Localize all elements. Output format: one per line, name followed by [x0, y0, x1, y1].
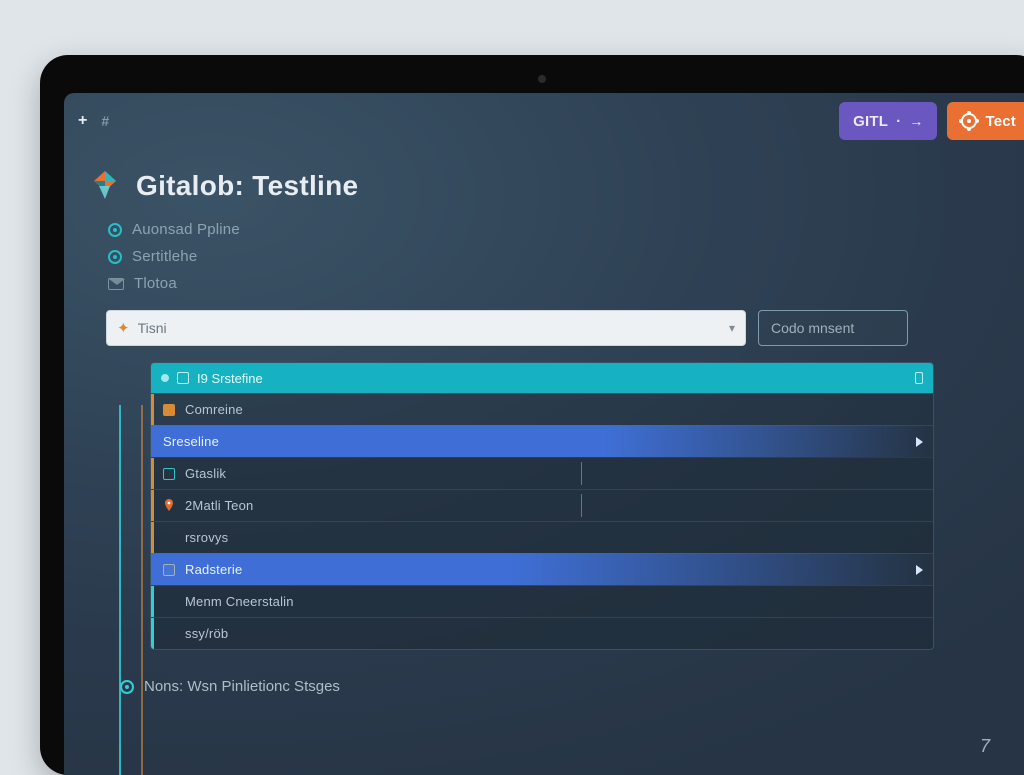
device-frame: + # GITL · → Tect [40, 55, 1024, 775]
list-item-label: 2Matli Teon [185, 498, 253, 513]
spark-icon: ✦ [117, 319, 130, 337]
list-item-label: rsrovys [185, 530, 228, 545]
footer-label: Nons: Wsn Pinlietionc Stsges [144, 678, 340, 695]
topbar-left: + # [78, 112, 110, 130]
list-item-label: Gtaslik [185, 466, 226, 481]
search-box: ✦ ▾ [106, 310, 746, 346]
camera-dot [538, 75, 546, 83]
checkbox-icon [177, 372, 189, 384]
pipeline-panel: I9 Srstefine Comreine Sreseline Gtaslik [150, 362, 934, 650]
app-screen: + # GITL · → Tect [64, 93, 1024, 775]
list-item-label: Radsterie [185, 562, 242, 577]
nav-item-pipeline[interactable]: Auonsad Ppline [108, 221, 1020, 238]
search-row: ✦ ▾ Codo mnsent [64, 296, 1024, 356]
list-item[interactable]: ssy/röb [151, 617, 933, 649]
nav-item-sertitle[interactable]: Sertitlehe [108, 248, 1020, 265]
divider-line [581, 494, 582, 517]
bullet-icon [108, 250, 122, 264]
title-row: Gitalob: Testline [64, 149, 1024, 211]
list-item-selected[interactable]: Radsterie [151, 553, 933, 585]
gitl-button[interactable]: GITL · → [839, 102, 937, 140]
vertical-line-teal [119, 405, 121, 775]
nav-item-label: Sertitlehe [132, 248, 197, 265]
list-item-label: Menm Cneerstalin [185, 594, 294, 609]
search-input[interactable] [138, 320, 721, 336]
square-icon [163, 404, 175, 416]
vertical-line-orange [141, 405, 143, 775]
list-item[interactable]: Gtaslik [151, 457, 933, 489]
dot-separator: · [896, 113, 901, 130]
list-item-label: ssy/röb [185, 626, 228, 641]
pin-icon [163, 499, 175, 513]
mail-icon [108, 278, 124, 290]
list-item-selected[interactable]: Sreseline [151, 425, 933, 457]
bullet-icon [108, 223, 122, 237]
page-arrow-icon[interactable]: 7 [980, 736, 990, 757]
chevron-down-icon[interactable]: ▾ [729, 321, 735, 335]
footer-row[interactable]: Nons: Wsn Pinlietionc Stsges [120, 678, 1024, 695]
list-item[interactable]: rsrovys [151, 521, 933, 553]
page-title: Gitalob: Testline [136, 170, 358, 202]
search-dropdown[interactable]: ✦ ▾ [106, 310, 746, 346]
folder-icon [163, 564, 175, 576]
app-logo-icon [88, 169, 122, 203]
nav-list: Auonsad Ppline Sertitlehe Tlotoa [64, 211, 1024, 296]
hash-icon[interactable]: # [101, 113, 109, 129]
list-item[interactable]: Menm Cneerstalin [151, 585, 933, 617]
topbar: + # GITL · → Tect [64, 93, 1024, 149]
square-outline-icon [163, 468, 175, 480]
nav-item-label: Auonsad Ppline [132, 221, 240, 238]
list-item-label: Sreseline [163, 434, 219, 449]
comment-field[interactable]: Codo mnsent [758, 310, 908, 346]
list-item[interactable]: 2Matli Teon [151, 489, 933, 521]
panel-header-label: I9 Srstefine [197, 371, 263, 386]
bullet-icon [120, 680, 134, 694]
divider-line [581, 462, 582, 485]
list-item[interactable]: Comreine [151, 393, 933, 425]
test-button[interactable]: Tect [947, 102, 1024, 140]
panel-header[interactable]: I9 Srstefine [151, 363, 933, 393]
gear-icon [961, 113, 977, 129]
arrow-right-icon: → [909, 113, 923, 129]
comment-placeholder: Codo mnsent [771, 320, 854, 336]
collapse-icon[interactable] [915, 372, 923, 384]
bullet-icon [161, 374, 169, 382]
gitl-button-label: GITL [853, 113, 888, 130]
nav-item-label: Tlotoa [134, 275, 177, 292]
list-item-label: Comreine [185, 402, 243, 417]
test-button-label: Tect [985, 113, 1016, 130]
plus-icon[interactable]: + [78, 112, 87, 130]
nav-item-tlotoa[interactable]: Tlotoa [108, 275, 1020, 292]
